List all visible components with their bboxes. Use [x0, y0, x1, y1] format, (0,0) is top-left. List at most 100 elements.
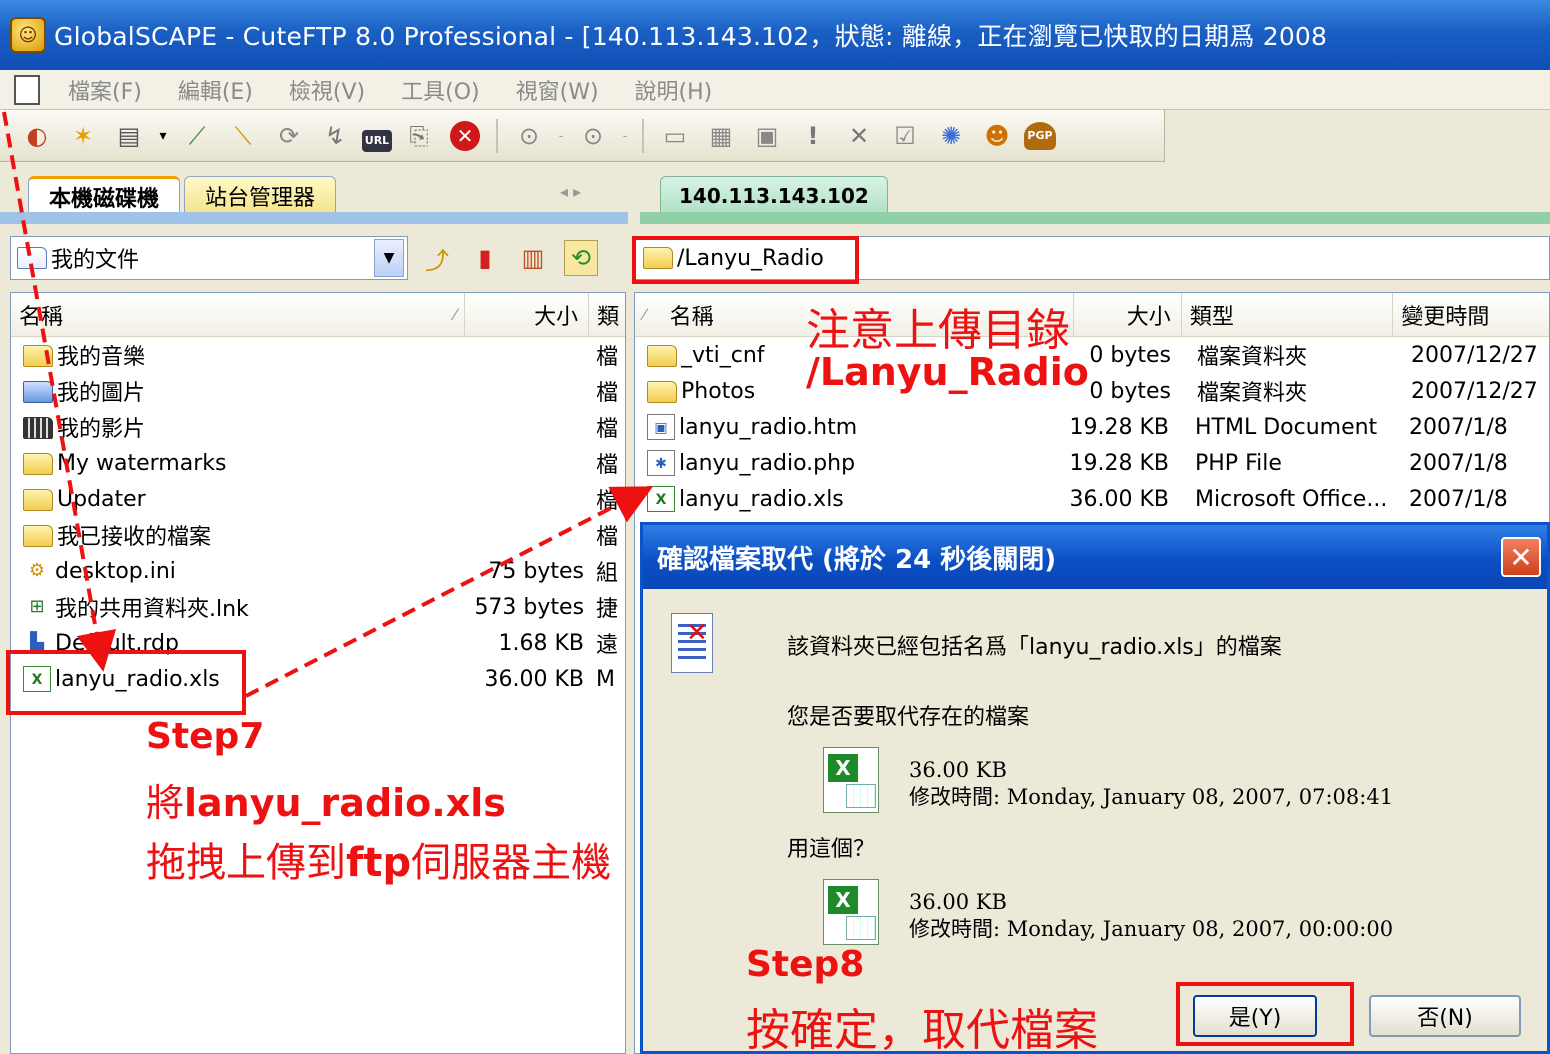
file-type: 檔 — [596, 453, 619, 478]
menu-edit[interactable]: 編輯(E) — [178, 74, 253, 106]
list-item[interactable]: ⚙ desktop.ini 75 bytes 組 — [11, 553, 625, 589]
file-type: HTML Document — [1195, 414, 1378, 440]
view-icon[interactable]: ▦ — [702, 117, 740, 155]
list-item[interactable]: Photos 0 bytes 檔案資料夾 2007/12/27 — [635, 373, 1549, 409]
disconnect-icon[interactable]: ⟍ — [224, 117, 262, 155]
folder-icon — [23, 523, 57, 548]
toolbar-separator — [642, 118, 644, 153]
local-file-highlight — [6, 650, 246, 715]
folder-icon — [23, 487, 57, 512]
list-item[interactable]: My watermarks 檔 — [11, 445, 625, 481]
file-size: 573 bytes — [474, 594, 585, 620]
properties-icon[interactable]: ▥ — [516, 240, 550, 276]
column-size[interactable]: 大小 — [465, 293, 590, 337]
backup-icon[interactable]: ☻ — [978, 117, 1016, 155]
right-tab-stripe — [640, 212, 1550, 224]
upload-icon[interactable]: ⊙ — [574, 117, 612, 155]
right-panel-tabs: 140.113.143.102 — [660, 176, 888, 214]
column-name[interactable]: 名稱 ⁄ — [11, 293, 466, 337]
delete-icon[interactable]: ✕ — [840, 117, 878, 155]
list-item[interactable]: 我的音樂 檔 — [11, 337, 625, 373]
dropdown-icon[interactable]: - — [556, 117, 566, 155]
menu-file[interactable]: 檔案(F) — [68, 74, 142, 106]
remote-path-highlight — [632, 236, 859, 284]
toolbar: ◐ ✶ ▤ ▾ ⟋ ⟍ ⟳ ↯ URL ⎘ ✕ ⊙ - ⊙ - ▭ ▦ ▣ ! … — [0, 110, 1165, 162]
list-item[interactable]: 我的圖片 檔 — [11, 373, 625, 409]
file-modified: 2007/1/8 — [1409, 450, 1508, 476]
menu-window[interactable]: 視窗(W) — [516, 74, 599, 106]
upload-dir-note: 注意上傳目錄 — [806, 305, 1070, 356]
xls-file-icon: X — [647, 486, 679, 512]
up-folder-icon[interactable]: ⤴ — [420, 240, 454, 276]
tab-local-drives[interactable]: 本機磁碟機 — [28, 176, 181, 214]
copy-icon[interactable]: ⎘ — [400, 117, 438, 155]
file-type: 捷 — [596, 597, 619, 622]
local-path-text: 我的文件 — [51, 248, 140, 273]
list-item[interactable]: 我的影片 檔 — [11, 409, 625, 445]
file-name: desktop.ini — [55, 558, 176, 584]
window-title: GlobalSCAPE - CuteFTP 8.0 Professional -… — [54, 22, 1328, 51]
upload-dir-path: /Lanyu_Radio — [806, 350, 1089, 394]
sync-icon[interactable]: ✺ — [932, 117, 970, 155]
dropdown-icon[interactable]: - — [620, 117, 630, 155]
folder-icon — [647, 379, 681, 404]
menu-view[interactable]: 檢視(V) — [289, 74, 365, 106]
menu-tools[interactable]: 工具(O) — [401, 74, 479, 106]
dropdown-icon[interactable]: ▾ — [156, 117, 170, 155]
new-icon[interactable]: ▤ — [110, 117, 148, 155]
quick-connect-icon[interactable]: ⟋ — [178, 117, 216, 155]
file-type: 組 — [596, 561, 619, 586]
folder-new-icon[interactable]: ▣ — [748, 117, 786, 155]
list-item[interactable]: ⊞ 我的共用資料夾.lnk 573 bytes 捷 — [11, 589, 625, 625]
file-type: PHP File — [1195, 450, 1282, 476]
check-icon[interactable]: ☑ — [886, 117, 924, 155]
reconnect-icon[interactable]: ⟳ — [270, 117, 308, 155]
download-icon[interactable]: ⊙ — [510, 117, 548, 155]
column-type[interactable]: 類型 — [1182, 293, 1394, 337]
list-item[interactable]: Xlanyu_radio.xls 36.00 KB Microsoft Office… — [635, 481, 1549, 517]
existing-file-info: 36.00 KB 修改時間: Monday, January 08, 2007,… — [909, 757, 1393, 811]
edit-icon[interactable]: ▭ — [656, 117, 694, 155]
chevron-down-icon[interactable]: ▼ — [374, 239, 404, 277]
dialog-use-this: 用這個？ — [787, 837, 876, 862]
step8-title: Step8 — [746, 944, 865, 985]
file-modified: 2007/12/27 — [1411, 342, 1537, 368]
no-button[interactable]: 否(N) — [1369, 995, 1521, 1037]
file-type: 檔 — [596, 525, 619, 550]
close-icon[interactable]: ✕ — [1501, 537, 1541, 577]
file-modified: 2007/1/8 — [1409, 486, 1508, 512]
shortcut-icon: ⊞ — [29, 596, 45, 617]
file-size: 1.68 KB — [498, 630, 585, 656]
stop-icon[interactable]: ✕ — [446, 117, 484, 155]
bookmark-icon[interactable]: ▮ — [468, 240, 502, 276]
refresh-icon[interactable]: ↯ — [316, 117, 354, 155]
tab-site-manager[interactable]: 站台管理器 — [184, 176, 337, 214]
tab-remote-server[interactable]: 140.113.143.102 — [660, 176, 888, 214]
local-list-header: 名稱 ⁄ 大小 類 — [11, 293, 625, 337]
file-name: 我的圖片 — [57, 381, 146, 406]
pgp-icon[interactable]: PGP — [1024, 121, 1056, 150]
list-item[interactable]: _vti_cnf 0 bytes 檔案資料夾 2007/12/27 — [635, 337, 1549, 373]
sync-folder-icon[interactable]: ⟲ — [564, 240, 598, 276]
file-size: 36.00 KB — [1069, 486, 1170, 512]
column-type[interactable]: 類 — [589, 293, 625, 337]
menu-help[interactable]: 說明(H) — [635, 74, 713, 106]
column-size[interactable]: 大小 — [1074, 293, 1182, 337]
list-item[interactable]: Updater 檔 — [11, 481, 625, 517]
sort-icon: ⁄ — [453, 305, 457, 324]
connect-icon[interactable]: ◐ — [18, 117, 56, 155]
yes-button-highlight — [1176, 982, 1354, 1046]
list-item[interactable]: ▣ lanyu_radio.htm 19.28 KB HTML Document 200… — [635, 409, 1549, 445]
wizard-icon[interactable]: ✶ — [64, 117, 102, 155]
exclamation-icon[interactable]: ! — [794, 117, 832, 155]
tab-scroll-arrows[interactable]: ◂ ▸ — [560, 182, 581, 201]
file-name: Updater — [57, 486, 146, 512]
htm-file-icon: ▣ — [647, 414, 679, 440]
local-path-combo[interactable]: 我的文件 ▼ — [10, 236, 408, 280]
window-title-bar: ☺ GlobalSCAPE - CuteFTP 8.0 Professional… — [0, 0, 1550, 70]
list-item[interactable]: 我已接收的檔案 檔 — [11, 517, 625, 553]
list-item[interactable]: ✱ lanyu_radio.php 19.28 KB PHP File 2007/1/8 — [635, 445, 1549, 481]
column-modified[interactable]: 變更時間 — [1393, 293, 1549, 337]
file-type: Microsoft Office... — [1195, 486, 1388, 512]
url-icon[interactable]: URL — [362, 129, 392, 152]
